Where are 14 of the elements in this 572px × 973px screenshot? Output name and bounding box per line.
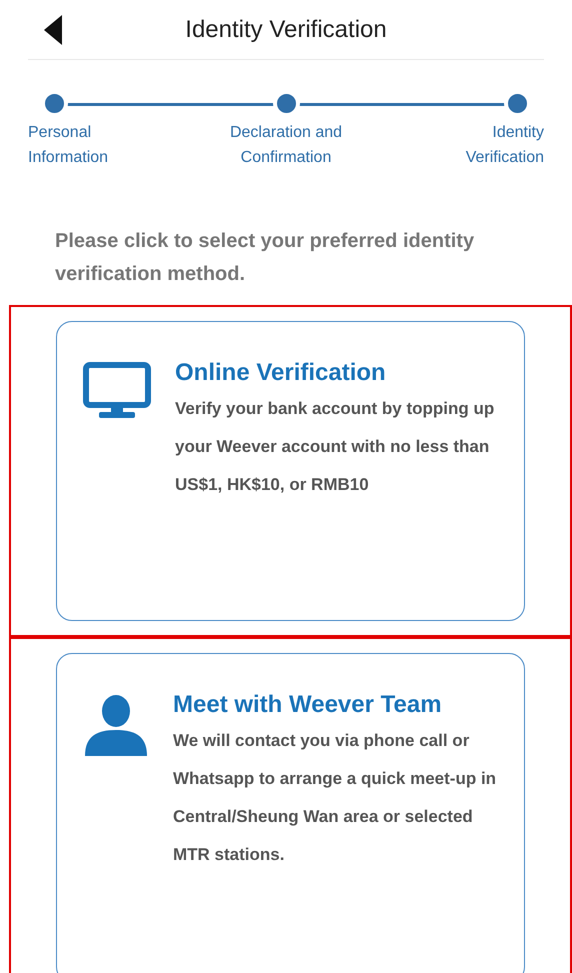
monitor-icon	[83, 362, 151, 420]
instruction-text: Please click to select your preferred identity verification method.	[55, 229, 476, 287]
method-title: Meet with Weever Team	[173, 690, 443, 720]
method-card[interactable]: Online Verification Verify your bank account by topping up your Weever account with no less than US$1, HK$10, or RMB10	[56, 321, 525, 621]
step-label: Declaration and Confirmation	[228, 123, 344, 168]
method-description: Verify your bank account by topping up your Weever account with no less than US$1, HK$10, or RMB10	[175, 398, 496, 496]
page-title: Identity Verification	[185, 14, 387, 44]
step-label: Identity Verification	[464, 123, 544, 168]
method-title: Online Verification	[175, 358, 387, 388]
method-card[interactable]: Meet with Weever Team We will contact you via phone call or Whatsapp to arrange a quick meet-up in Central/Sheung Wan area or selected MTR stations.	[56, 653, 525, 973]
back-icon[interactable]	[44, 14, 62, 44]
method-description: We will contact you via phone call or Whatsapp to arrange a quick meet-up in Central/Sheung Wan area or selected MTR stations.	[173, 730, 498, 866]
step-label: Personal Information	[28, 123, 110, 168]
person-icon	[83, 694, 149, 756]
